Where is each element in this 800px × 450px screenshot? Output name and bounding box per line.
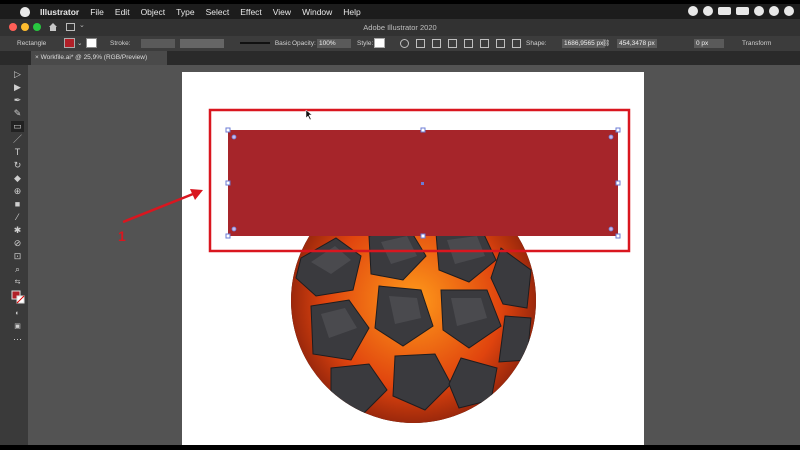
annotation-arrow bbox=[122, 189, 203, 224]
center-point bbox=[421, 182, 424, 185]
mouse-cursor-icon bbox=[305, 109, 313, 121]
selection-overlay bbox=[122, 108, 631, 253]
screen: Illustrator File Edit Object Type Select… bbox=[0, 0, 800, 450]
annotation-number: 1 bbox=[118, 228, 126, 244]
bottom-strip bbox=[0, 445, 800, 450]
